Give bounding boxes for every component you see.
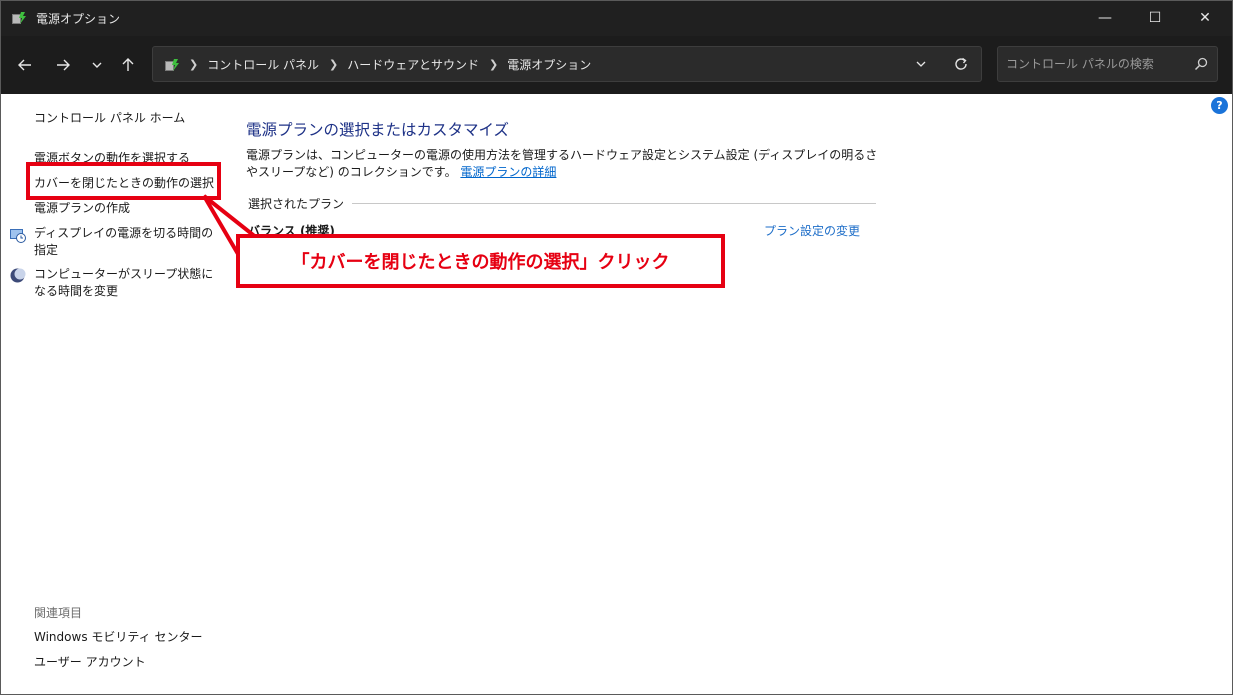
page-description: 電源プランは、コンピューターの電源の使用方法を管理するハードウェア設定とシステム… xyxy=(246,147,886,181)
navigation-bar: ❯ コントロール パネル ❯ ハードウェアとサウンド ❯ 電源オプション xyxy=(0,36,1233,94)
breadcrumb-power-options[interactable]: 電源オプション xyxy=(507,56,591,73)
help-icon[interactable]: ? xyxy=(1211,97,1228,114)
chevron-right-icon[interactable]: ❯ xyxy=(489,58,498,71)
minimize-button[interactable]: — xyxy=(1080,0,1130,36)
annotation-callout: 「カバーを閉じたときの動作の選択」クリック xyxy=(236,234,725,288)
window-title: 電源オプション xyxy=(36,12,121,26)
breadcrumb-hardware-sound[interactable]: ハードウェアとサウンド xyxy=(347,56,479,73)
search-icon[interactable] xyxy=(1193,56,1209,72)
change-plan-settings-link[interactable]: プラン設定の変更 xyxy=(764,222,860,239)
breadcrumb: ❯ コントロール パネル ❯ ハードウェアとサウンド ❯ 電源オプション xyxy=(189,47,601,81)
address-dropdown-button[interactable] xyxy=(913,56,929,72)
moon-sleep-icon xyxy=(10,268,26,283)
chevron-down-icon xyxy=(916,61,926,67)
selected-plan-heading: 選択されたプラン xyxy=(248,195,353,212)
search-box[interactable] xyxy=(997,46,1218,82)
address-bar[interactable]: ❯ コントロール パネル ❯ ハードウェアとサウンド ❯ 電源オプション xyxy=(152,46,982,82)
refresh-icon xyxy=(955,57,967,70)
up-button[interactable] xyxy=(116,53,140,77)
refresh-button[interactable] xyxy=(951,54,971,74)
recent-locations-button[interactable] xyxy=(85,53,109,77)
forward-button[interactable] xyxy=(51,53,75,77)
related-heading: 関連項目 xyxy=(34,606,83,620)
chevron-right-icon[interactable]: ❯ xyxy=(329,58,338,71)
breadcrumb-control-panel[interactable]: コントロール パネル xyxy=(207,56,319,73)
monitor-clock-icon xyxy=(10,229,26,243)
title-bar: 電源オプション — ☐ ✕ xyxy=(0,0,1233,36)
back-button[interactable] xyxy=(13,53,37,77)
page-title: 電源プランの選択またはカスタマイズ xyxy=(246,121,510,139)
control-panel-icon xyxy=(165,59,179,71)
annotation-callout-text: 「カバーを閉じたときの動作の選択」クリック xyxy=(291,252,670,273)
description-text: 電源プランは、コンピューターの電源の使用方法を管理するハードウェア設定とシステム… xyxy=(246,148,878,179)
close-button[interactable]: ✕ xyxy=(1180,0,1230,36)
arrow-up-icon xyxy=(122,58,134,71)
related-mobility-center-link[interactable]: Windows モビリティ センター xyxy=(34,629,219,646)
search-input[interactable] xyxy=(1006,54,1186,74)
arrow-right-icon xyxy=(57,59,70,71)
power-options-icon xyxy=(12,12,26,24)
arrow-left-icon xyxy=(18,59,31,71)
sidebar-item-create-plan[interactable]: 電源プランの作成 xyxy=(34,200,219,217)
chevron-right-icon[interactable]: ❯ xyxy=(189,58,198,71)
control-panel-home-link[interactable]: コントロール パネル ホーム xyxy=(34,110,219,127)
related-user-accounts-link[interactable]: ユーザー アカウント xyxy=(34,654,219,671)
power-plan-details-link[interactable]: 電源プランの詳細 xyxy=(460,165,556,179)
annotation-highlight-box xyxy=(26,162,221,200)
sidebar-item-display-off[interactable]: ディスプレイの電源を切る時間の指定 xyxy=(34,225,219,259)
sidebar-item-sleep-time[interactable]: コンピューターがスリープ状態になる時間を変更 xyxy=(34,266,219,300)
maximize-button[interactable]: ☐ xyxy=(1130,0,1180,36)
chevron-down-icon xyxy=(92,62,102,68)
